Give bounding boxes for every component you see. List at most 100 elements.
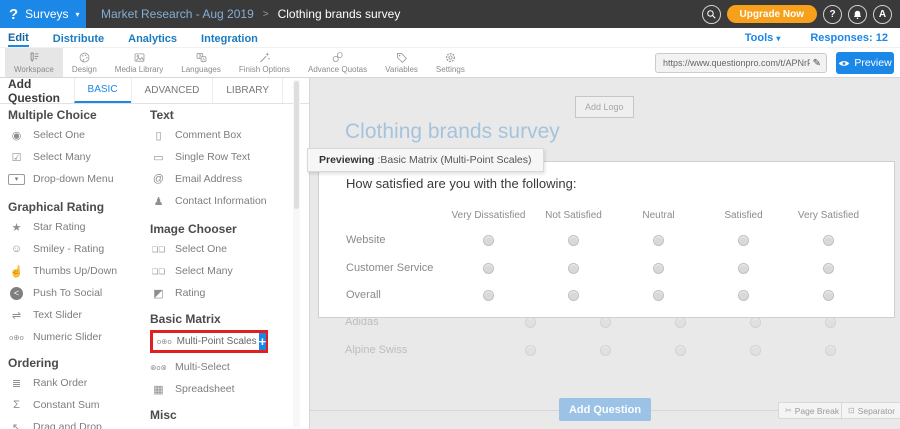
matrix-row-overall: Overall — [346, 288, 871, 302]
qtype-drop-down-menu[interactable]: ▾Drop-down Menu — [8, 168, 142, 190]
radio-button[interactable] — [738, 235, 749, 246]
radio-button — [825, 317, 836, 328]
qtype-smiley-rating[interactable]: ☺Smiley - Rating — [8, 238, 142, 260]
radio-button[interactable] — [483, 290, 494, 301]
nav-edit[interactable]: Edit — [8, 29, 29, 47]
radio-button[interactable] — [483, 263, 494, 274]
responses-count[interactable]: Responses: 12 — [810, 32, 888, 44]
upgrade-now-button[interactable]: Upgrade Now — [727, 5, 817, 23]
radio-button[interactable] — [653, 235, 664, 246]
qtype-multi-point-scales[interactable]: o⊕o Multi-Point Scales — [153, 333, 259, 350]
survey-url-input[interactable] — [663, 58, 810, 68]
separator-icon: ⊡ — [848, 406, 855, 415]
add-multi-point-scales-button[interactable]: + — [259, 333, 267, 350]
notifications-button[interactable] — [848, 5, 867, 24]
qtype-date-time[interactable]: ▤Date / Time — [150, 424, 292, 429]
separator-button[interactable]: ⊡ Separator — [841, 402, 900, 419]
question-text: How satisfied are you with the following… — [346, 176, 577, 191]
radio-button[interactable] — [823, 290, 834, 301]
product-name: Surveys — [25, 7, 68, 21]
workspace-icon — [27, 51, 40, 64]
avatar[interactable]: A — [873, 5, 892, 24]
toolbar-finish-options[interactable]: Finish Options — [230, 48, 299, 77]
breadcrumb-parent[interactable]: Market Research - Aug 2019 — [101, 7, 254, 21]
radio-button — [825, 345, 836, 356]
multi-point-icon: o⊕o — [157, 337, 172, 346]
qtype-star-rating[interactable]: ★Star Rating — [8, 216, 142, 238]
radio-button[interactable] — [738, 290, 749, 301]
radio-button[interactable] — [738, 263, 749, 274]
brand-menu[interactable]: ? Surveys ▾ — [0, 0, 86, 28]
qtype-image-select-many[interactable]: ❏❏Select Many — [150, 260, 292, 282]
tab-advanced[interactable]: ADVANCED — [131, 78, 213, 103]
radio-button[interactable] — [568, 235, 579, 246]
toolbar-media-library[interactable]: Media Library — [106, 48, 172, 77]
help-button[interactable]: ? — [823, 5, 842, 24]
toolbar-variables[interactable]: Variables — [376, 48, 427, 77]
add-question-button[interactable]: Add Question — [559, 398, 651, 421]
qtype-push-to-social[interactable]: <Push To Social — [8, 282, 142, 304]
qtype-select-one[interactable]: ◉Select One — [8, 124, 142, 146]
qtype-email-address[interactable]: @Email Address — [150, 168, 292, 190]
nav-analytics[interactable]: Analytics — [128, 30, 177, 46]
qtype-select-many[interactable]: ☑Select Many — [8, 146, 142, 168]
scrollbar-thumb[interactable] — [294, 81, 299, 209]
star-icon: ★ — [8, 221, 25, 234]
radio-button[interactable] — [823, 235, 834, 246]
radio-button[interactable] — [653, 290, 664, 301]
search-button[interactable] — [702, 5, 721, 24]
qtype-multi-select[interactable]: ⊗o⊗Multi-Select — [150, 356, 292, 378]
chevron-down-icon: ▾ — [776, 34, 780, 43]
section-basic-matrix: Basic Matrix — [150, 312, 292, 328]
qtype-contact-information[interactable]: ♟Contact Information — [150, 190, 292, 212]
toolbar-settings[interactable]: Settings — [427, 48, 474, 77]
tab-basic[interactable]: BASIC — [74, 78, 131, 103]
qtype-text-slider[interactable]: ⇌Text Slider — [8, 304, 142, 326]
radio-button[interactable] — [568, 263, 579, 274]
comment-box-icon: ▯ — [150, 129, 167, 142]
page-break-button[interactable]: ✂ Page Break — [778, 402, 846, 419]
question-preview-card: How satisfied are you with the following… — [318, 161, 895, 318]
qtype-spreadsheet[interactable]: ▦Spreadsheet — [150, 378, 292, 400]
scale-satisfied: Satisfied — [701, 210, 786, 221]
toolbar-workspace[interactable]: Workspace — [5, 48, 63, 77]
scale-neutral: Neutral — [616, 210, 701, 221]
survey-url-field[interactable]: ✎ — [655, 53, 827, 73]
wand-icon — [258, 51, 271, 64]
radio-button — [750, 345, 761, 356]
edit-url-icon[interactable]: ✎ — [813, 58, 821, 69]
qtype-image-rating[interactable]: ◩Rating — [150, 282, 292, 304]
radio-button[interactable] — [653, 263, 664, 274]
radio-button[interactable] — [483, 235, 494, 246]
radio-button — [600, 345, 611, 356]
radio-button — [675, 345, 686, 356]
toolbar-design[interactable]: Design — [63, 48, 106, 77]
panel-column-1: Multiple Choice ◉Select One ☑Select Many… — [8, 108, 142, 429]
toolbar-advance-quotas[interactable]: Advance Quotas — [299, 48, 376, 77]
qtype-single-row-text[interactable]: ▭Single Row Text — [150, 146, 292, 168]
grid-icon: ▦ — [150, 383, 167, 396]
radio-button[interactable] — [823, 263, 834, 274]
numeric-slider-icon: o⊕o — [8, 333, 25, 342]
panel-scrollbar[interactable] — [293, 80, 300, 427]
section-ordering: Ordering — [8, 356, 142, 372]
qtype-numeric-slider[interactable]: o⊕oNumeric Slider — [8, 326, 142, 348]
radio-button[interactable] — [568, 290, 579, 301]
tools-menu[interactable]: Tools ▾ — [745, 32, 781, 44]
nav-integration[interactable]: Integration — [201, 30, 258, 46]
toolbar-languages[interactable]: A Languages — [172, 48, 230, 77]
tab-library[interactable]: LIBRARY — [212, 78, 282, 103]
add-logo-button[interactable]: Add Logo — [575, 96, 634, 118]
qtype-constant-sum[interactable]: ΣConstant Sum — [8, 394, 142, 416]
qtype-comment-box[interactable]: ▯Comment Box — [150, 124, 292, 146]
qtype-thumbs-up-down[interactable]: ☝Thumbs Up/Down — [8, 260, 142, 282]
qtype-image-select-one[interactable]: ❏❏Select One — [150, 238, 292, 260]
matrix-scale-header: Very Dissatisfied Not Satisfied Neutral … — [346, 210, 871, 221]
radio-button — [525, 317, 536, 328]
matrix-row-website: Website — [346, 233, 871, 247]
top-bar: ? Surveys ▾ Market Research - Aug 2019 >… — [0, 0, 900, 28]
preview-button[interactable]: Preview — [836, 52, 894, 74]
qtype-rank-order[interactable]: ≣Rank Order — [8, 372, 142, 394]
nav-distribute[interactable]: Distribute — [53, 30, 104, 46]
qtype-drag-and-drop[interactable]: ↖Drag and Drop — [8, 416, 142, 429]
